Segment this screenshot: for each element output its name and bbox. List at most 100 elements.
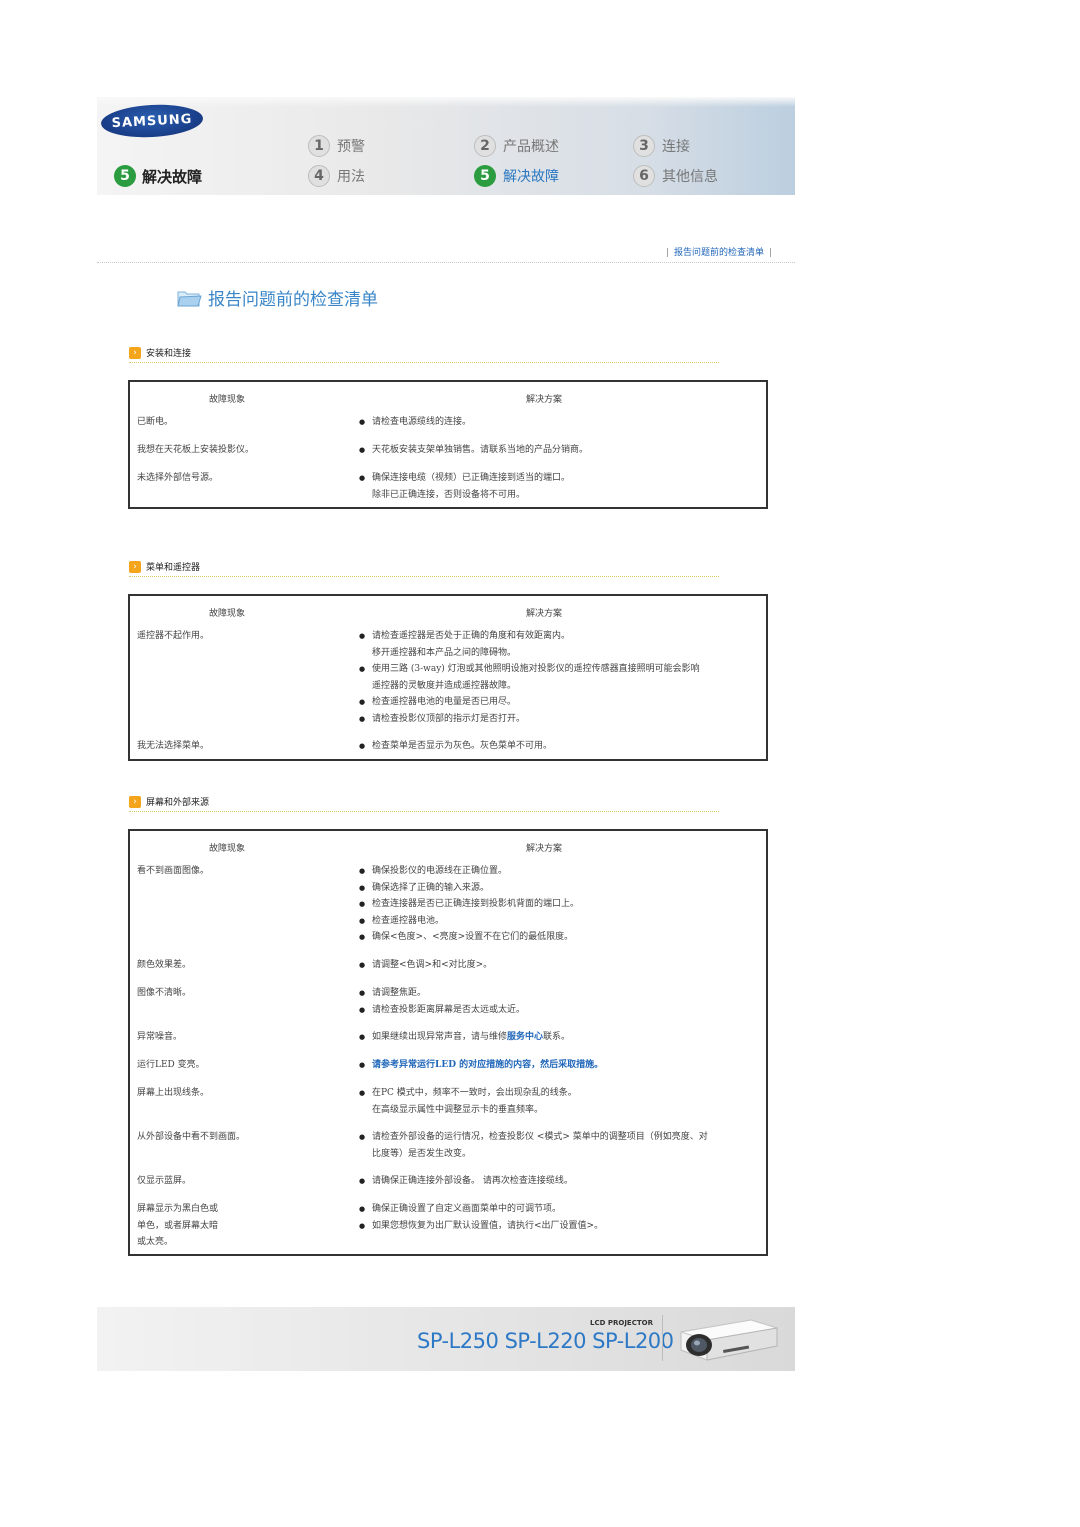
table-menu-remote: 故障现象 解决方案 遥控器不起作用。 请检查遥控器是否处于正确的角度和有效距离内… [128, 594, 768, 761]
solution-item: 如果您想恢复为出厂默认设置值，请执行<出厂设置值>。 [359, 1218, 764, 1235]
solution-cell: 请检查外部设备的运行情况，检查投影仪 <模式> 菜单中的调整项目（例如亮度、对 … [359, 1129, 764, 1162]
symptom-cell: 图像不清晰。 [137, 988, 192, 998]
solution-item: 检查连接器是否已正确连接到投影机背面的端口上。 [359, 896, 764, 913]
table-install: 故障现象 解决方案 已断电。 请检查电源缆线的连接。 我想在天花板上安装投影仪。… [128, 380, 768, 509]
divider [129, 362, 719, 363]
column-header-symptom: 故障现象 [209, 609, 246, 619]
section-header-menu-remote: › 菜单和遥控器 [129, 560, 200, 573]
nav-item-connection[interactable]: 3 连接 [633, 135, 690, 157]
solution-cell: 天花板安装支架单独销售。请联系当地的产品分销商。 [359, 442, 764, 459]
column-header-symptom: 故障现象 [209, 844, 246, 854]
column-header-solution: 解决方案 [526, 395, 563, 405]
solution-cell: 确保正确设置了自定义画面菜单中的可调节项。 如果您想恢复为出厂默认设置值，请执行… [359, 1201, 764, 1234]
nav-number-icon: 3 [633, 135, 655, 157]
solution-item: 使用三路 (3-way) 灯泡或其他照明设施对投影仪的遥控传感器直接照明可能会影… [359, 661, 764, 678]
solution-item: 确保正确设置了自定义画面菜单中的可调节项。 [359, 1201, 764, 1218]
solution-item-continued: 比度等）是否发生改变。 [372, 1148, 472, 1159]
brand-text: SAMSUNG [111, 111, 193, 131]
solution-item: 请检查遥控器是否处于正确的角度和有效距离内。 [359, 628, 764, 645]
breadcrumb-separator: | [769, 248, 773, 258]
section-header-label: 安装和连接 [146, 349, 192, 359]
nav-label: 预警 [337, 139, 365, 155]
symptom-cell: 未选择外部信号源。 [137, 473, 219, 483]
nav-label: 产品概述 [503, 139, 559, 155]
solution-item: 请检查外部设备的运行情况，检查投影仪 <模式> 菜单中的调整项目（例如亮度、对 [359, 1129, 764, 1146]
solution-item: 确保<色度>、<亮度>设置不在它们的最低限度。 [359, 929, 764, 946]
solution-cell: 确保投影仪的电源线在正确位置。 确保选择了正确的输入来源。 检查连接器是否已正确… [359, 863, 764, 946]
nav-item-other-info[interactable]: 6 其他信息 [633, 165, 718, 187]
solution-item: 请检查电源缆线的连接。 [359, 414, 764, 431]
solution-item: 请调整<色调>和<对比度>。 [359, 957, 764, 974]
breadcrumb-link[interactable]: 报告问题前的检查清单 [674, 248, 764, 258]
solution-item-continued: 除非已正确连接，否则设备将不可用。 [372, 489, 526, 500]
symptom-line: 或太亮。 [137, 1237, 174, 1247]
nav-item-usage[interactable]: 4 用法 [308, 165, 365, 187]
solution-cell: 在PC 模式中，频率不一致时，会出现杂乱的线条。 在高级显示属性中调整显示卡的垂… [359, 1085, 764, 1118]
solution-cell: 请参考异常运行LED 的对应措施的内容，然后采取措施。 [359, 1057, 764, 1074]
solution-text: 如果继续出现异常声音，请与维修 [372, 1032, 508, 1042]
solution-item-continued: 移开遥控器和本产品之间的障碍物。 [372, 647, 517, 658]
solution-item: 在PC 模式中，频率不一致时，会出现杂乱的线条。 [359, 1085, 764, 1102]
section-header-label: 菜单和遥控器 [146, 563, 201, 573]
solution-item: 检查遥控器电池。 [359, 913, 764, 930]
solution-cell: 确保连接电缆（视频）已正确连接到适当的端口。 除非已正确连接，否则设备将不可用。 [359, 470, 764, 503]
solution-item: 天花板安装支架单独销售。请联系当地的产品分销商。 [359, 442, 764, 459]
divider [662, 1315, 663, 1361]
section-header-install: › 安装和连接 [129, 346, 191, 359]
solution-cell: 请检查遥控器是否处于正确的角度和有效距离内。 移开遥控器和本产品之间的障碍物。 … [359, 628, 764, 727]
section-title-label: 解决故障 [142, 167, 203, 186]
solution-item: 请确保正确连接外部设备。 请再次检查连接缆线。 [359, 1173, 764, 1190]
section-header-label: 屏幕和外部来源 [146, 798, 210, 808]
current-section-title: 5 解决故障 [114, 165, 202, 187]
symptom-cell: 看不到画面图像。 [137, 866, 210, 876]
solution-cell: 检查菜单是否显示为灰色。灰色菜单不可用。 [359, 738, 764, 755]
nav-item-overview[interactable]: 2 产品概述 [474, 135, 559, 157]
folder-icon [177, 291, 202, 306]
solution-item: 请调整焦距。 [359, 985, 764, 1002]
divider [129, 576, 719, 577]
symptom-cell: 屏幕上出现线条。 [137, 1088, 210, 1098]
symptom-cell: 屏幕显示为黑白色或 单色，或者屏幕太暗 或太亮。 [137, 1201, 277, 1251]
section-header-screen-source: › 屏幕和外部来源 [129, 795, 209, 808]
symptom-line: 屏幕显示为黑白色或 [137, 1204, 219, 1214]
nav-number-icon: 5 [474, 165, 496, 187]
nav-number-icon: 1 [308, 135, 330, 157]
solution-item: 确保选择了正确的输入来源。 [359, 880, 764, 897]
breadcrumb-separator: | [666, 248, 670, 258]
symptom-cell: 从外部设备中看不到画面。 [137, 1132, 246, 1142]
nav-label: 连接 [662, 139, 690, 155]
solution-item-continued: 在高级显示属性中调整显示卡的垂直频率。 [372, 1104, 544, 1115]
symptom-cell: 仅显示蓝屏。 [137, 1176, 192, 1186]
solution-item: 确保连接电缆（视频）已正确连接到适当的端口。 [359, 470, 764, 487]
solution-cell: 如果继续出现异常声音，请与维修服务中心联系。 [359, 1029, 764, 1046]
solution-item: 检查菜单是否显示为灰色。灰色菜单不可用。 [359, 738, 764, 755]
solution-item-continued: 遥控器的灵敏度并造成遥控器故障。 [372, 680, 517, 691]
header-banner: SAMSUNG 5 解决故障 1 预警 2 产品概述 3 连接 4 用法 5 解… [97, 97, 795, 195]
column-header-solution: 解决方案 [526, 609, 563, 619]
solution-item: 请检查投影距离屏幕是否太远或太近。 [359, 1002, 764, 1019]
divider [97, 262, 795, 263]
solution-item: 确保投影仪的电源线在正确位置。 [359, 863, 764, 880]
symptom-cell: 我无法选择菜单。 [137, 741, 210, 751]
solution-item: 请检查投影仪顶部的指示灯是否打开。 [359, 711, 764, 728]
service-center-link[interactable]: 服务中心 [507, 1032, 543, 1042]
header-fade [97, 97, 795, 107]
samsung-logo: SAMSUNG [100, 102, 204, 140]
nav-item-troubleshooting[interactable]: 5 解决故障 [474, 165, 559, 187]
symptom-line: 单色，或者屏幕太暗 [137, 1220, 219, 1231]
nav-number-icon: 2 [474, 135, 496, 157]
solution-cell: 请调整<色调>和<对比度>。 [359, 957, 764, 974]
symptom-cell: 运行LED 变亮。 [137, 1060, 205, 1070]
nav-label: 用法 [337, 169, 365, 185]
arrow-icon: › [129, 346, 141, 359]
symptom-cell: 颜色效果差。 [137, 960, 192, 970]
column-header-symptom: 故障现象 [209, 395, 246, 405]
nav-item-warning[interactable]: 1 预警 [308, 135, 365, 157]
abnormal-led-link[interactable]: 请参考异常运行LED 的对应措施的内容，然后采取措施。 [359, 1057, 764, 1074]
symptom-cell: 已断电。 [137, 417, 174, 427]
model-names: SP-L250 SP-L220 SP-L200 [417, 1329, 674, 1353]
projector-image [680, 1319, 778, 1361]
page-title-text: 报告问题前的检查清单 [208, 290, 378, 310]
column-header-solution: 解决方案 [526, 844, 563, 854]
nav-label: 其他信息 [662, 169, 718, 185]
